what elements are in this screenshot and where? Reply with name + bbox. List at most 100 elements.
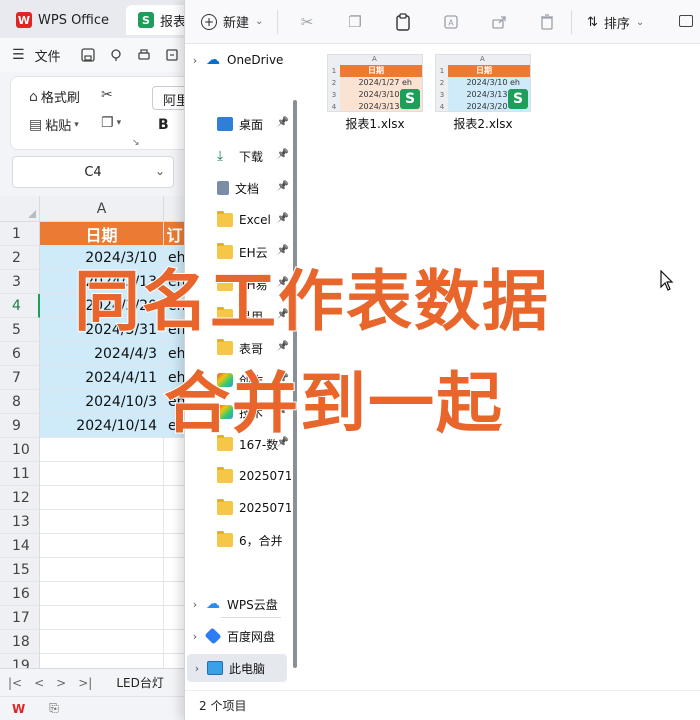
- row-number[interactable]: 11: [0, 462, 40, 486]
- date-cell[interactable]: 2024/3/10: [40, 246, 164, 270]
- empty-cell[interactable]: [164, 510, 186, 534]
- text-cell[interactable]: eh: [164, 342, 186, 366]
- chevron-right-icon[interactable]: ›: [185, 598, 205, 611]
- date-cell[interactable]: 2024/10/14: [40, 414, 164, 438]
- export-icon[interactable]: [163, 46, 181, 64]
- nav-item[interactable]: ⤓ 下载 📌: [185, 142, 293, 170]
- nav-item[interactable]: 2025071: [185, 494, 293, 522]
- status-doc-icon[interactable]: ⎘: [49, 701, 59, 716]
- nav-item[interactable]: › 此电脑: [187, 654, 287, 682]
- empty-cell[interactable]: [40, 606, 164, 630]
- sheet-tab[interactable]: LED台灯: [116, 674, 164, 691]
- nav-item[interactable]: Excel 📌: [185, 206, 293, 234]
- nav-item[interactable]: 技术 📌: [185, 398, 293, 426]
- nav-item[interactable]: › 百度网盘: [185, 622, 293, 650]
- empty-cell[interactable]: [40, 486, 164, 510]
- empty-cell[interactable]: [40, 510, 164, 534]
- chevron-right-icon[interactable]: ›: [185, 630, 205, 643]
- text-cell[interactable]: eh: [164, 414, 186, 438]
- row-number[interactable]: 7: [0, 366, 40, 390]
- file-item[interactable]: A 1 日期 2 2024/3/10 eh 3 2024/3/13 eh 4 2024/3/20…: [435, 54, 531, 134]
- nav-item[interactable]: 6，合并: [185, 526, 293, 554]
- format-painter-button[interactable]: ⌂ 格式刷: [29, 87, 80, 107]
- tab-wps-office[interactable]: W WPS Office: [4, 5, 120, 35]
- row-number[interactable]: 15: [0, 558, 40, 582]
- text-cell[interactable]: eh: [164, 246, 186, 270]
- empty-cell[interactable]: [164, 534, 186, 558]
- delete-icon[interactable]: [537, 12, 557, 32]
- new-button[interactable]: + 新建 ⌄: [201, 12, 263, 31]
- nav-item[interactable]: 桌面 📌: [185, 110, 293, 138]
- select-all-corner[interactable]: [0, 196, 40, 222]
- nav-item[interactable]: 文档 📌: [185, 174, 293, 202]
- paste-icon[interactable]: [393, 12, 413, 32]
- empty-cell[interactable]: [164, 606, 186, 630]
- row-number[interactable]: 8: [0, 390, 40, 414]
- copy-icon[interactable]: ❐: [345, 12, 365, 32]
- copy-button[interactable]: ❐ ▾: [101, 115, 121, 131]
- text-cell[interactable]: eh: [164, 270, 186, 294]
- file-list-area[interactable]: A 1 日期 2 2024/1/27 eh 3 2024/3/10 eh 4 2024/3/13…: [297, 44, 700, 690]
- nav-item[interactable]: 创作 📌: [185, 366, 293, 394]
- empty-cell[interactable]: [164, 486, 186, 510]
- row-number[interactable]: 1: [0, 222, 40, 246]
- empty-cell[interactable]: [40, 438, 164, 462]
- sort-button[interactable]: ⇅ 排序 ⌄: [587, 13, 644, 32]
- print-icon[interactable]: [135, 46, 153, 64]
- cut-button[interactable]: ✂: [101, 87, 116, 103]
- share-icon[interactable]: [489, 12, 509, 32]
- row-number[interactable]: 6: [0, 342, 40, 366]
- row-number[interactable]: 17: [0, 606, 40, 630]
- empty-cell[interactable]: [40, 558, 164, 582]
- nav-item[interactable]: › ☁ OneDrive: [185, 46, 293, 74]
- chevron-right-icon[interactable]: ›: [187, 662, 207, 675]
- nav-item[interactable]: › ☁ WPS云盘: [185, 590, 293, 618]
- hamburger-menu-icon[interactable]: ☰: [12, 47, 25, 63]
- chevron-down-icon[interactable]: ⌄: [155, 164, 165, 178]
- empty-cell[interactable]: [164, 558, 186, 582]
- date-cell[interactable]: 2024/3/13: [40, 270, 164, 294]
- paste-button[interactable]: ▤ 粘贴 ▾: [29, 115, 79, 135]
- nav-item[interactable]: EH云 📌: [185, 238, 293, 266]
- row-number[interactable]: 5: [0, 318, 40, 342]
- date-cell[interactable]: 2024/3/31: [40, 318, 164, 342]
- row-number[interactable]: 4: [0, 294, 40, 318]
- column-header-b[interactable]: [164, 196, 186, 222]
- date-cell[interactable]: 2024/4/11: [40, 366, 164, 390]
- nav-item[interactable]: 2025071: [185, 462, 293, 490]
- row-number[interactable]: 14: [0, 534, 40, 558]
- text-cell[interactable]: eh: [164, 294, 186, 318]
- chevron-right-icon[interactable]: ›: [185, 54, 205, 67]
- file-item[interactable]: A 1 日期 2 2024/1/27 eh 3 2024/3/10 eh 4 2024/3/13…: [327, 54, 423, 134]
- empty-cell[interactable]: [40, 582, 164, 606]
- menu-file[interactable]: 文件: [35, 46, 61, 65]
- date-cell[interactable]: 2024/4/3: [40, 342, 164, 366]
- name-box[interactable]: C4 ⌄: [12, 156, 174, 188]
- nav-item[interactable]: 167-数 📌: [185, 430, 293, 458]
- rename-icon[interactable]: A: [441, 12, 461, 32]
- empty-cell[interactable]: [40, 630, 164, 654]
- row-number[interactable]: 18: [0, 630, 40, 654]
- date-cell[interactable]: 2024/3/20: [40, 294, 164, 318]
- text-cell[interactable]: eh: [164, 366, 186, 390]
- bold-button[interactable]: B: [158, 117, 169, 133]
- empty-cell[interactable]: [164, 630, 186, 654]
- date-cell[interactable]: 2024/10/3: [40, 390, 164, 414]
- row-number[interactable]: 16: [0, 582, 40, 606]
- row-number[interactable]: 10: [0, 438, 40, 462]
- first-sheet-icon[interactable]: |<: [8, 676, 22, 690]
- nav-item[interactable]: 表哥 📌: [185, 334, 293, 362]
- header-cell-date[interactable]: 日期: [40, 222, 164, 246]
- text-cell[interactable]: eh: [164, 390, 186, 414]
- format-icon[interactable]: [107, 46, 125, 64]
- cut-icon[interactable]: ✂: [297, 12, 317, 32]
- save-icon[interactable]: [79, 46, 97, 64]
- empty-cell[interactable]: [164, 462, 186, 486]
- row-number[interactable]: 3: [0, 270, 40, 294]
- row-number[interactable]: 12: [0, 486, 40, 510]
- last-sheet-icon[interactable]: >|: [78, 676, 92, 690]
- next-sheet-icon[interactable]: >: [56, 676, 66, 690]
- ribbon-expand-icon[interactable]: ↘: [132, 138, 140, 148]
- text-cell[interactable]: eh: [164, 318, 186, 342]
- header-cell-partial[interactable]: 订: [164, 222, 186, 246]
